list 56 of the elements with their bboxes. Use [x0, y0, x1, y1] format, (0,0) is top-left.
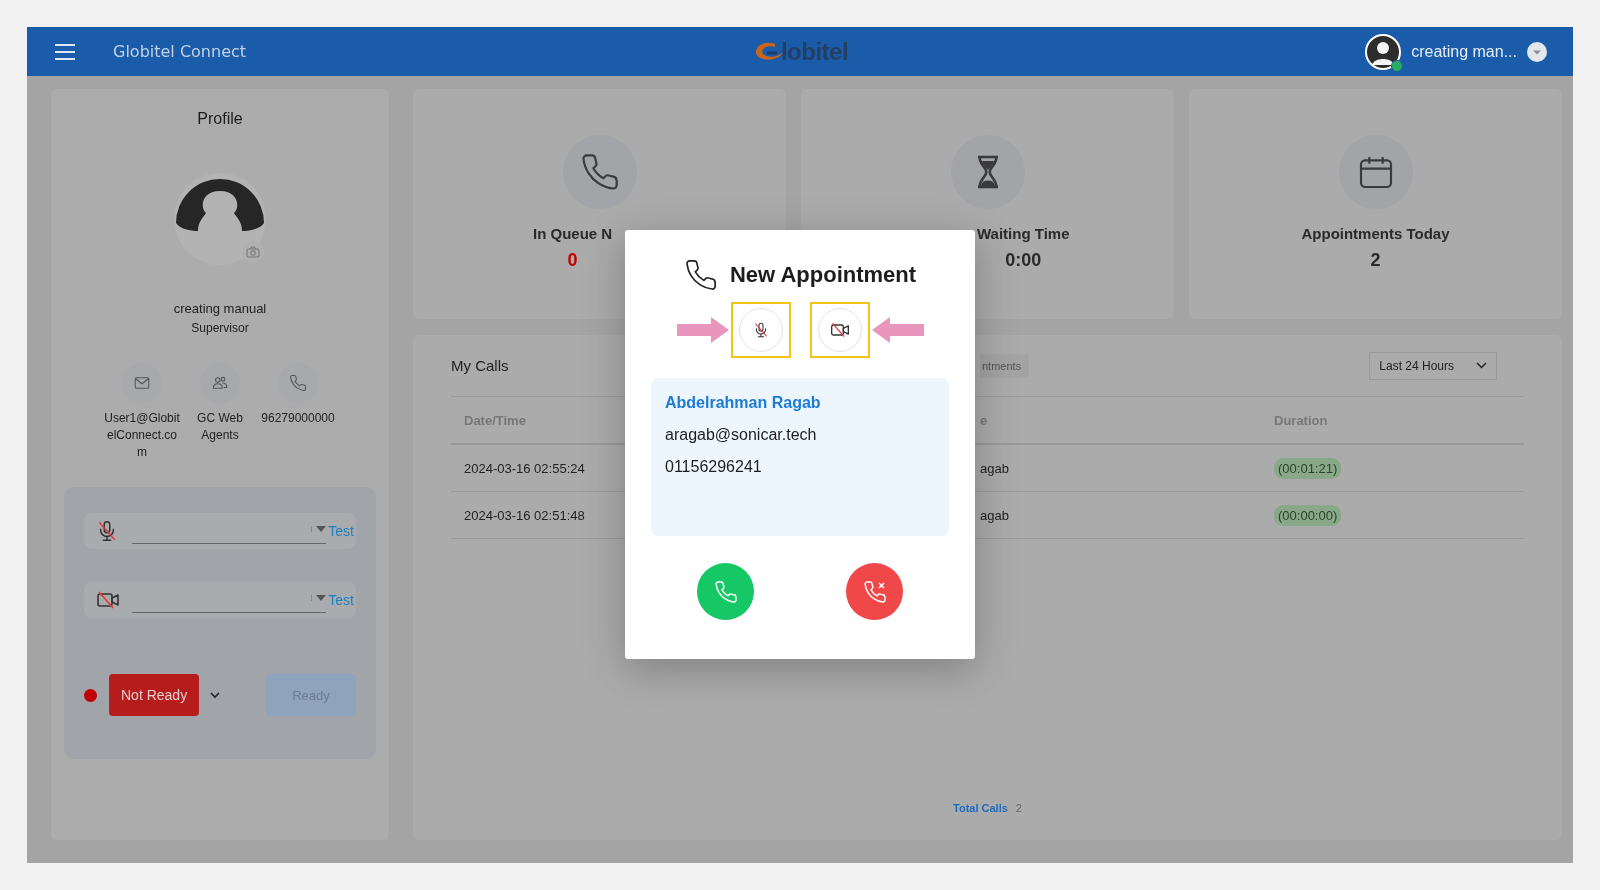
phone-x-icon — [862, 579, 887, 604]
caret-icon — [311, 595, 327, 601]
stat-value: 0:00 — [1005, 250, 1042, 271]
duration-badge: (00:00:00) — [1274, 505, 1342, 526]
contact-text: User1@GlobitelConnect.com — [104, 410, 180, 461]
stat-value: 0 — [567, 250, 578, 271]
table-cell-text: 2024-03-16 02:51:48 — [463, 507, 585, 523]
envelope-icon — [122, 363, 162, 403]
profile-role: Supervisor — [191, 321, 249, 335]
duration-badge: (00:01:21) — [1274, 458, 1342, 479]
media-toggle-button[interactable] — [817, 308, 862, 352]
section-title: My Calls — [451, 357, 510, 374]
muted-microphone-icon — [752, 322, 769, 338]
table-cell-text: 2024-03-16 02:55:24 — [463, 460, 585, 476]
total-calls-label: Total Calls — [953, 802, 1008, 814]
app-title: Globitel Connect — [113, 42, 247, 61]
decline-call-button[interactable] — [846, 563, 903, 620]
test-link[interactable]: Test — [328, 592, 354, 608]
caller-phone: 01156296241 — [665, 458, 763, 476]
user-avatar[interactable] — [1365, 33, 1402, 70]
arrow-icon — [676, 317, 729, 343]
person-silhouette-icon — [1365, 33, 1402, 70]
phone-icon — [278, 363, 318, 403]
caller-name: Abdelrahman Ragab — [665, 394, 822, 412]
contact-text: GC Web Agents — [196, 410, 244, 444]
accept-call-button[interactable] — [697, 563, 754, 620]
arrow-icon — [871, 317, 924, 343]
test-link[interactable]: Test — [328, 523, 354, 539]
table-cell: agab — [980, 460, 1009, 476]
stat-label: Waiting Time — [977, 225, 1070, 242]
stat-label: Appointments Today — [1301, 225, 1450, 242]
user-name[interactable]: creating man... — [1411, 42, 1517, 61]
caret-icon — [311, 526, 327, 532]
chevron-down-icon — [1476, 362, 1487, 369]
caller-email: aragab@sonicar.tech — [665, 426, 818, 444]
chevron-down-icon[interactable] — [209, 691, 222, 699]
muted-microphone-icon — [96, 520, 118, 542]
phone-icon — [683, 258, 718, 292]
dropdown-icon[interactable] — [1527, 41, 1547, 62]
dialog-title: New Appointment — [729, 262, 917, 288]
menu-icon[interactable] — [54, 42, 76, 61]
table-cell: agab — [980, 507, 1009, 523]
not-ready-button[interactable]: Not Ready — [109, 674, 200, 716]
media-toggle-button[interactable] — [738, 308, 783, 352]
profile-name: creating manual — [173, 301, 267, 316]
total-calls-count: 2 — [1015, 802, 1022, 814]
logo-text: lobitel — [780, 37, 849, 66]
muted-camera-icon — [829, 320, 850, 340]
tab[interactable]: ntments — [980, 353, 1030, 378]
stat-label: In Queue N — [533, 225, 613, 242]
stat-value: 2 — [1370, 250, 1381, 271]
people-icon — [200, 363, 240, 403]
profile-title: Profile — [197, 110, 243, 128]
phone-icon — [713, 579, 738, 604]
contact-text: 96279000000 — [260, 410, 336, 427]
period-dropdown[interactable]: Last 24 Hours — [1369, 351, 1497, 380]
